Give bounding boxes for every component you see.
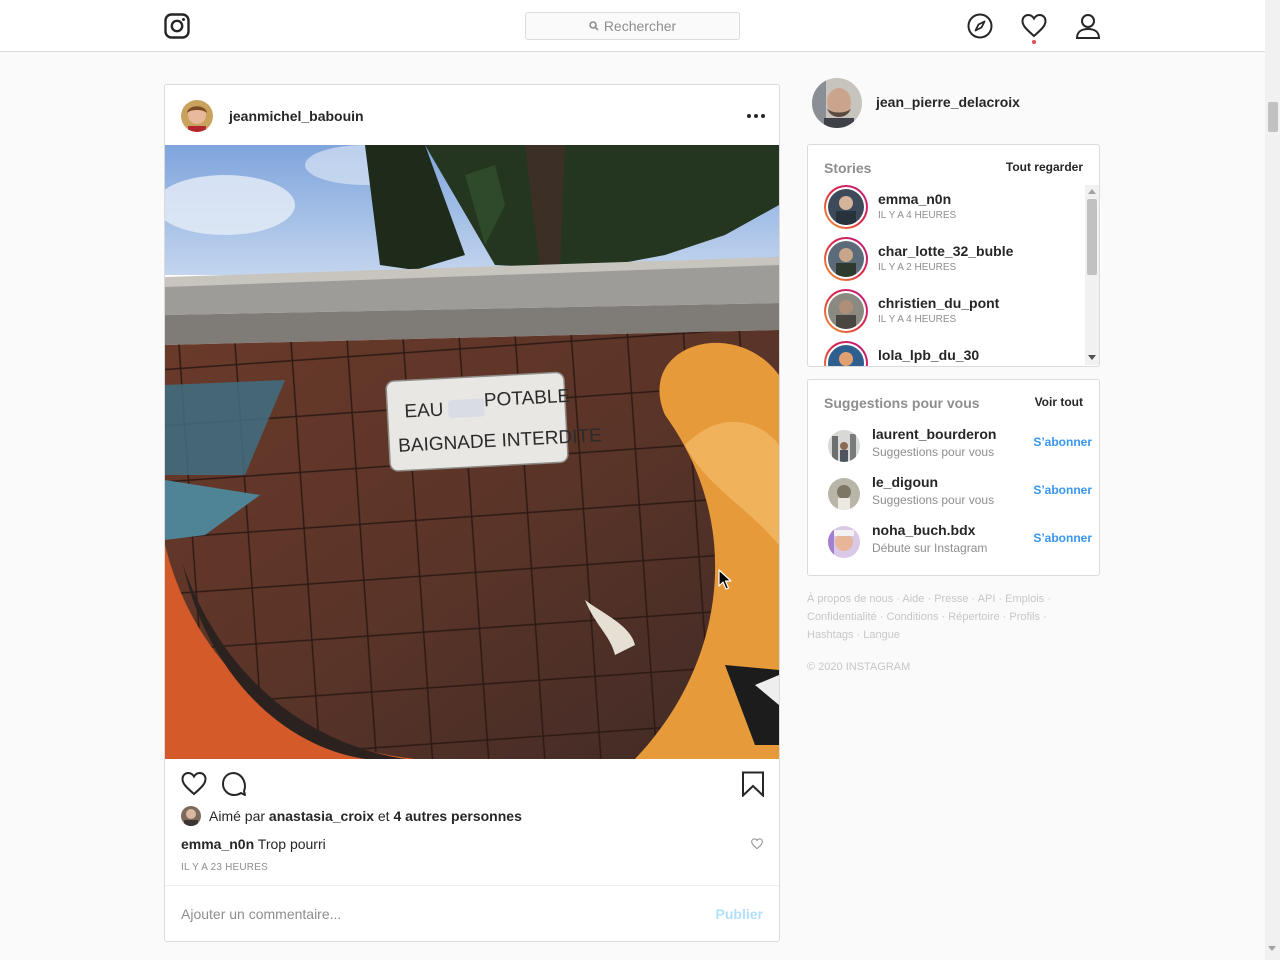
follow-button[interactable]: S’abonner <box>1033 435 1092 449</box>
search-icon <box>589 21 599 31</box>
comment-text: Trop pourri <box>257 836 326 852</box>
story-avatar-ring <box>824 237 868 281</box>
stories-scrollbar-thumb[interactable] <box>1087 199 1097 275</box>
footer-link[interactable]: API <box>978 593 996 605</box>
like-heart-icon[interactable] <box>181 771 207 797</box>
search-placeholder: Rechercher <box>603 18 677 34</box>
liked-by-avatar[interactable] <box>181 806 201 826</box>
add-comment-input[interactable]: Ajouter un commentaire... <box>181 906 341 922</box>
liked-by-row: Aimé par anastasia_croix et 4 autres per… <box>181 805 522 827</box>
post-author-avatar[interactable] <box>181 100 213 132</box>
publish-button[interactable]: Publier <box>716 906 763 922</box>
story-username: emma_n0n <box>878 191 952 207</box>
footer-link[interactable]: Confidentialité <box>807 611 877 623</box>
story-time: IL Y A 4 HEURES <box>878 210 957 221</box>
story-item[interactable]: christien_du_pont IL Y A 4 HEURES <box>824 289 1074 335</box>
suggestion-username[interactable]: laurent_bourderon <box>872 426 996 442</box>
page-scrollbar[interactable] <box>1265 0 1280 960</box>
stories-title: Stories <box>824 160 872 176</box>
mouse-cursor-icon <box>718 569 732 590</box>
comment-like-heart-icon[interactable] <box>751 838 763 850</box>
footer-link[interactable]: Hashtags <box>807 629 853 641</box>
suggestion-avatar[interactable] <box>828 430 860 462</box>
copyright: © 2020 INSTAGRAM <box>807 661 911 673</box>
suggestion-avatar[interactable] <box>828 478 860 510</box>
sign-line1-left: EAU <box>404 399 444 422</box>
story-avatar-ring <box>824 185 868 229</box>
story-item[interactable]: emma_n0n IL Y A 4 HEURES <box>824 185 1074 231</box>
follow-button[interactable]: S’abonner <box>1033 483 1092 497</box>
story-time: IL Y A 4 HEURES <box>878 314 957 325</box>
footer-links: À propos de nous · Aide · Presse · API ·… <box>807 593 1052 641</box>
footer-link[interactable]: Emplois <box>1005 593 1044 605</box>
suggestion-item: noha_buch.bdx Débute sur Instagram S’abo… <box>828 522 1092 562</box>
story-username: christien_du_pont <box>878 295 1000 311</box>
heart-icon[interactable] <box>1021 13 1047 39</box>
story-avatar-ring <box>824 341 868 366</box>
comment-icon[interactable] <box>221 771 247 797</box>
story-avatar-ring <box>824 289 868 333</box>
more-options-icon[interactable] <box>747 109 767 123</box>
liked-by-user[interactable]: anastasia_croix <box>269 808 374 824</box>
suggestion-subtitle: Suggestions pour vous <box>872 445 995 459</box>
top-navigation-bar: Rechercher <box>0 0 1265 52</box>
watch-all-link[interactable]: Tout regarder <box>1006 160 1083 174</box>
suggestions-title: Suggestions pour vous <box>824 395 980 411</box>
suggestion-item: le_digoun Suggestions pour vous S’abonne… <box>828 474 1092 514</box>
post-timestamp[interactable]: IL Y A 23 HEURES <box>181 862 268 873</box>
feed-post: jeanmichel_babouin EAU POTABLE BAIGNADE … <box>164 84 780 942</box>
bookmark-icon[interactable] <box>740 771 766 797</box>
scroll-down-arrow[interactable] <box>1268 946 1276 951</box>
suggestion-item: laurent_bourderon Suggestions pour vous … <box>828 426 1092 466</box>
post-image[interactable]: EAU POTABLE BAIGNADE INTERDITE <box>165 145 779 759</box>
footer-link[interactable]: Langue <box>863 629 900 641</box>
scroll-down-arrow[interactable] <box>1088 355 1096 360</box>
instagram-icon[interactable] <box>164 13 190 39</box>
footer-link[interactable]: Presse <box>934 593 968 605</box>
story-username: char_lotte_32_buble <box>878 243 1014 259</box>
suggestion-subtitle: Suggestions pour vous <box>872 493 995 507</box>
liked-by-others[interactable]: 4 autres personnes <box>393 808 521 824</box>
post-comment: emma_n0n Trop pourri <box>181 836 326 852</box>
footer-link[interactable]: Aide <box>902 593 924 605</box>
page-scrollbar-thumb[interactable] <box>1268 102 1278 132</box>
liked-by-and: et <box>377 808 390 824</box>
add-comment-section: Ajouter un commentaire... Publier <box>165 885 779 941</box>
notification-dot <box>1032 40 1036 44</box>
scroll-up-arrow[interactable] <box>1088 189 1096 194</box>
footer-link[interactable]: Profils <box>1009 611 1040 623</box>
see-all-link[interactable]: Voir tout <box>1035 395 1083 409</box>
liked-by-prefix: Aimé par <box>209 808 266 824</box>
story-item[interactable]: lola_lpb_du_30 <box>824 341 1074 366</box>
story-username: lola_lpb_du_30 <box>878 347 980 363</box>
footer-link[interactable]: Répertoire <box>948 611 999 623</box>
search-input[interactable]: Rechercher <box>525 12 740 40</box>
footer-link[interactable]: À propos de nous <box>807 593 893 605</box>
suggestion-avatar[interactable] <box>828 526 860 558</box>
suggestions-panel: Suggestions pour vous Voir tout laurent_… <box>807 379 1100 576</box>
post-header: jeanmichel_babouin <box>165 85 779 145</box>
profile-icon[interactable] <box>1075 13 1101 39</box>
comment-username[interactable]: emma_n0n <box>181 836 254 852</box>
stories-panel: Stories Tout regarder emma_n0n IL Y A 4 … <box>807 144 1100 367</box>
suggestion-username[interactable]: noha_buch.bdx <box>872 522 975 538</box>
current-user-username[interactable]: jean_pierre_delacroix <box>876 94 1020 110</box>
suggestion-subtitle: Débute sur Instagram <box>872 541 988 555</box>
story-time: IL Y A 2 HEURES <box>878 262 957 273</box>
footer-link[interactable]: Conditions <box>887 611 939 623</box>
follow-button[interactable]: S’abonner <box>1033 531 1092 545</box>
story-item[interactable]: char_lotte_32_buble IL Y A 2 HEURES <box>824 237 1074 283</box>
story-item-clip: lola_lpb_du_30 <box>808 341 1084 366</box>
compass-icon[interactable] <box>967 13 993 39</box>
suggestion-username[interactable]: le_digoun <box>872 474 938 490</box>
post-author-username[interactable]: jeanmichel_babouin <box>229 108 364 124</box>
current-user-avatar[interactable] <box>812 78 862 128</box>
